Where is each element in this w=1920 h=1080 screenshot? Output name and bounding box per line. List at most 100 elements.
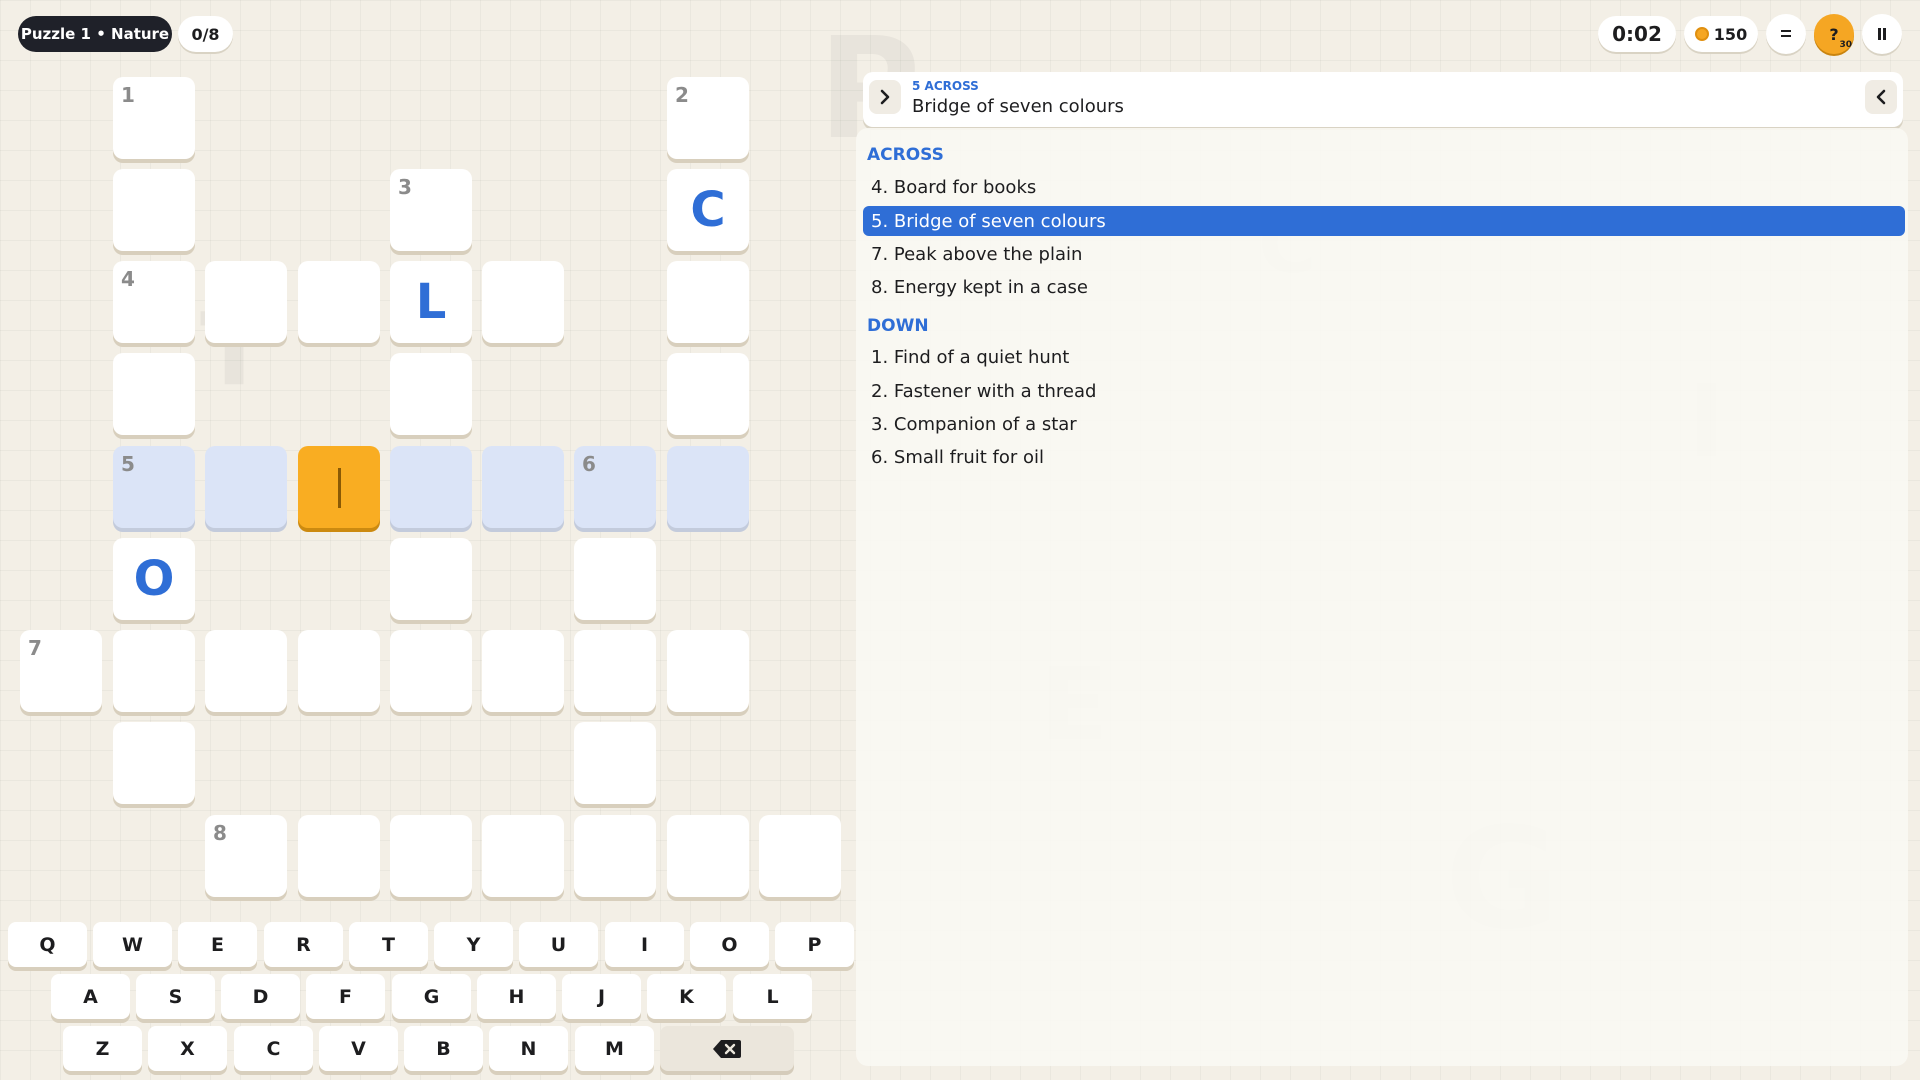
key-w[interactable]: W [93,922,172,967]
grid-cell[interactable] [574,722,656,804]
grid-cell[interactable] [390,446,472,528]
clue-down-2[interactable]: 2. Fastener with a thread [863,376,1905,406]
key-e[interactable]: E [178,922,257,967]
key-m[interactable]: M [575,1026,654,1071]
timer: 0:02 [1598,16,1676,52]
grid-cell[interactable] [574,630,656,712]
grid-cell[interactable] [205,261,287,343]
grid-cell[interactable]: 5 [113,446,195,528]
grid-cell[interactable] [298,261,380,343]
text-cursor [338,468,341,508]
next-clue-button[interactable] [869,80,901,114]
menu-icon [1781,30,1791,37]
grid-cell[interactable] [113,630,195,712]
key-i[interactable]: I [605,922,684,967]
clue-number: 3 [398,175,412,199]
grid-cell[interactable]: 3 [390,169,472,251]
grid-cell[interactable]: 2 [667,77,749,159]
clue-down-6[interactable]: 6. Small fruit for oil [863,442,1905,472]
grid-cell[interactable] [667,630,749,712]
clue-number: 8 [213,821,227,845]
grid-cell[interactable]: 4 [113,261,195,343]
grid-cell[interactable] [482,446,564,528]
key-k[interactable]: K [647,974,726,1019]
coin-icon [1694,27,1709,41]
coin-balance: 150 [1684,16,1758,52]
current-clue-bar: 5 ACROSS Bridge of seven colours [863,72,1903,127]
clue-down-1[interactable]: 1. Find of a quiet hunt [863,342,1905,372]
hint-button[interactable]: ? 30 [1814,14,1854,54]
clue-number: 6 [582,452,596,476]
grid-cell[interactable] [390,538,472,620]
key-b[interactable]: B [404,1026,483,1071]
key-d[interactable]: D [221,974,300,1019]
grid-cell[interactable] [482,630,564,712]
key-q[interactable]: Q [8,922,87,967]
key-o[interactable]: O [690,922,769,967]
key-t[interactable]: T [349,922,428,967]
grid-cell[interactable]: O [113,538,195,620]
clue-across-5[interactable]: 5. Bridge of seven colours [863,206,1905,236]
grid-cell[interactable] [667,261,749,343]
grid-cell[interactable] [390,815,472,897]
clue-down-3[interactable]: 3. Companion of a star [863,409,1905,439]
key-p[interactable]: P [775,922,854,967]
grid-cell[interactable] [113,722,195,804]
across-heading: ACROSS [867,145,944,165]
key-z[interactable]: Z [63,1026,142,1071]
key-h[interactable]: H [477,974,556,1019]
cell-letter: C [690,182,726,238]
clue-across-8[interactable]: 8. Energy kept in a case [863,272,1905,302]
grid-cell[interactable] [298,815,380,897]
progress-counter: 0/8 [178,16,233,52]
grid-cell[interactable] [667,815,749,897]
grid-cell[interactable] [390,630,472,712]
grid-cell[interactable] [390,353,472,435]
key-x[interactable]: X [148,1026,227,1071]
key-a[interactable]: A [51,974,130,1019]
down-heading: DOWN [867,316,929,336]
grid-cell[interactable]: 6 [574,446,656,528]
key-l[interactable]: L [733,974,812,1019]
active-cell[interactable] [298,446,380,528]
clue-number: 5 [121,452,135,476]
grid-cell[interactable] [574,538,656,620]
chevron-right-icon [880,89,890,105]
key-r[interactable]: R [264,922,343,967]
grid-cell[interactable]: 1 [113,77,195,159]
grid-cell[interactable] [113,169,195,251]
grid-cell[interactable] [667,353,749,435]
pause-icon [1878,28,1886,40]
grid-cell[interactable] [759,815,841,897]
key-n[interactable]: N [489,1026,568,1071]
clue-number: 4 [121,267,135,291]
key-y[interactable]: Y [434,922,513,967]
current-clue-label: 5 ACROSS [912,79,979,93]
clue-across-7[interactable]: 7. Peak above the plain [863,239,1905,269]
grid-cell[interactable]: C [667,169,749,251]
menu-button[interactable] [1766,14,1806,54]
grid-cell[interactable]: L [390,261,472,343]
grid-cell[interactable] [298,630,380,712]
grid-cell[interactable]: 7 [20,630,102,712]
grid-cell[interactable] [574,815,656,897]
prev-clue-button[interactable] [1865,80,1897,114]
key-g[interactable]: G [392,974,471,1019]
clue-across-4[interactable]: 4. Board for books [863,172,1905,202]
key-u[interactable]: U [519,922,598,967]
coin-count: 150 [1713,24,1748,44]
grid-cell[interactable]: 8 [205,815,287,897]
grid-cell[interactable] [113,353,195,435]
key-s[interactable]: S [136,974,215,1019]
pause-button[interactable] [1862,14,1902,54]
key-f[interactable]: F [306,974,385,1019]
grid-cell[interactable] [482,261,564,343]
backspace-button[interactable] [660,1026,794,1071]
key-v[interactable]: V [319,1026,398,1071]
key-j[interactable]: J [562,974,641,1019]
grid-cell[interactable] [205,446,287,528]
grid-cell[interactable] [667,446,749,528]
key-c[interactable]: C [234,1026,313,1071]
grid-cell[interactable] [205,630,287,712]
grid-cell[interactable] [482,815,564,897]
